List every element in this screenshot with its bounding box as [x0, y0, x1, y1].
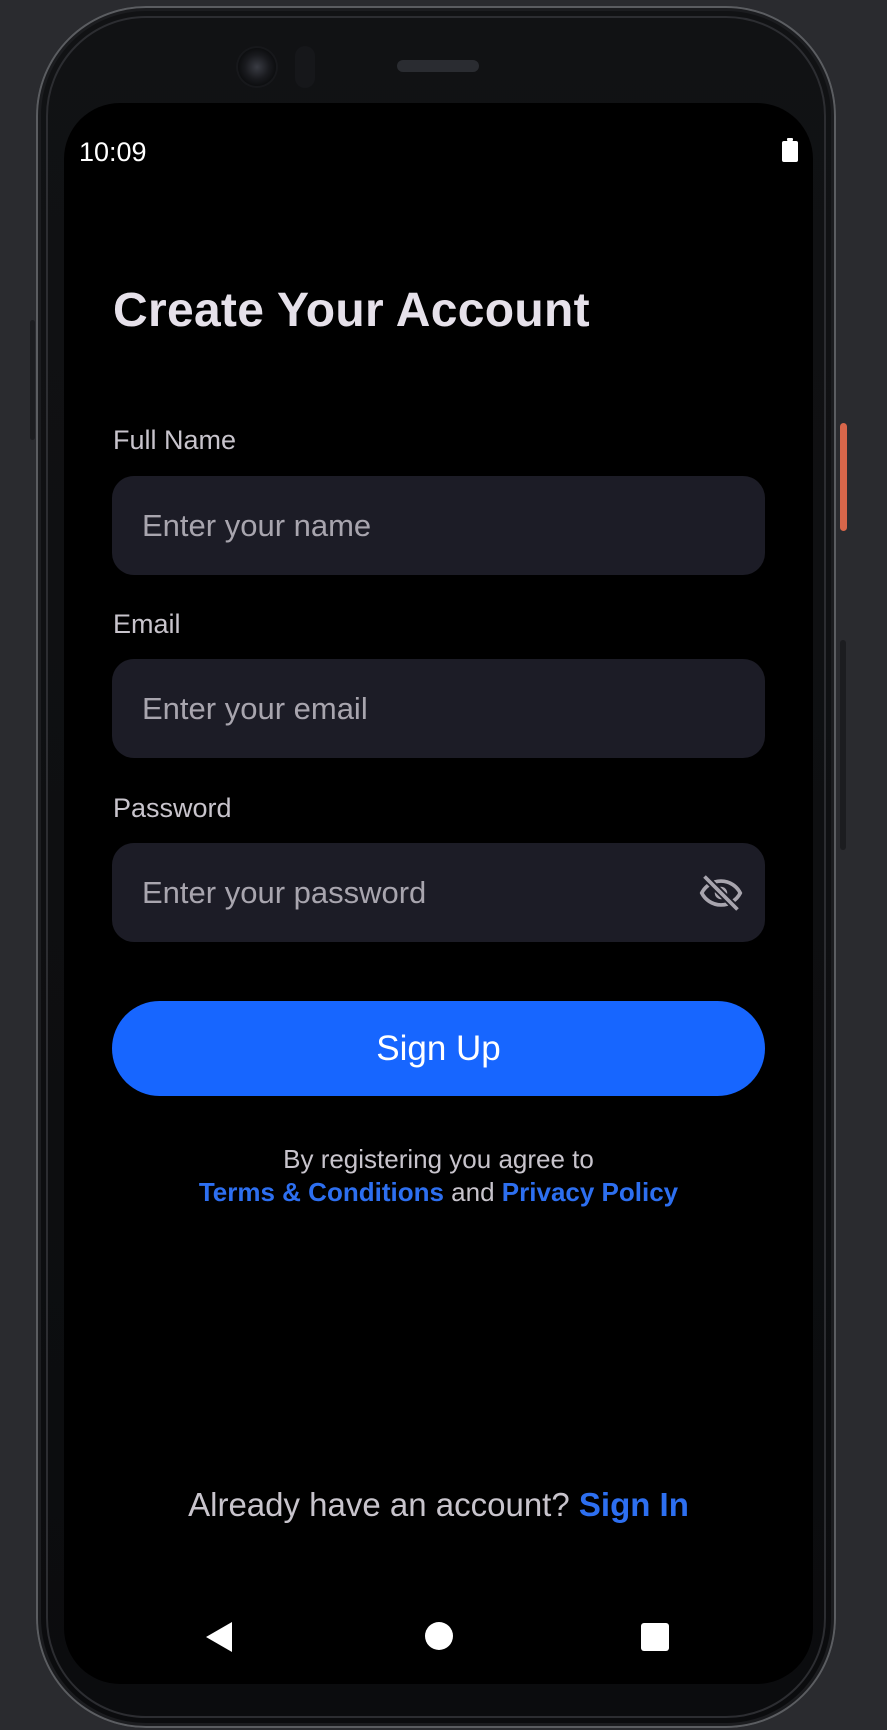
- email-input[interactable]: [112, 659, 765, 758]
- email-label: Email: [113, 609, 181, 639]
- back-triangle-icon[interactable]: [206, 1622, 232, 1652]
- device-stage: 10:09 Create Your Account Full Name Emai…: [0, 0, 887, 1730]
- earpiece-speaker: [397, 60, 479, 72]
- full-name-label: Full Name: [113, 425, 237, 455]
- battery-full-icon: [782, 138, 798, 162]
- terms-conditions-link[interactable]: Terms & Conditions: [199, 1177, 444, 1207]
- battery-body: [782, 141, 798, 162]
- app-screen: 10:09 Create Your Account Full Name Emai…: [64, 103, 813, 1684]
- eye-off-icon[interactable]: [699, 871, 743, 915]
- terms-conjunction: and: [451, 1177, 495, 1207]
- password-label: Password: [113, 793, 232, 823]
- recents-square-icon[interactable]: [641, 1623, 669, 1651]
- password-input[interactable]: [112, 843, 765, 942]
- sign-in-link[interactable]: Sign In: [579, 1486, 689, 1523]
- terms-notice: By registering you agree to Terms & Cond…: [64, 1143, 813, 1209]
- password-field: [112, 843, 765, 942]
- full-name-input[interactable]: [112, 476, 765, 575]
- sign-in-prompt: Already have an account?: [188, 1486, 570, 1523]
- terms-prefix: By registering you agree to: [283, 1144, 594, 1174]
- status-time: 10:09: [79, 137, 147, 167]
- page-title: Create Your Account: [113, 284, 590, 337]
- phone-left-button: [30, 320, 35, 440]
- email-field: [112, 659, 765, 758]
- volume-button: [840, 640, 846, 850]
- terms-links-row: Terms & Conditions and Privacy Policy: [64, 1176, 813, 1209]
- front-camera-icon: [238, 48, 276, 86]
- home-circle-icon[interactable]: [425, 1622, 453, 1650]
- power-button: [840, 423, 847, 531]
- proximity-sensor: [295, 46, 315, 88]
- sign-in-row: Already have an account? Sign In: [64, 1486, 813, 1524]
- full-name-field: [112, 476, 765, 575]
- privacy-policy-link[interactable]: Privacy Policy: [502, 1177, 678, 1207]
- sign-up-button[interactable]: Sign Up: [112, 1001, 765, 1096]
